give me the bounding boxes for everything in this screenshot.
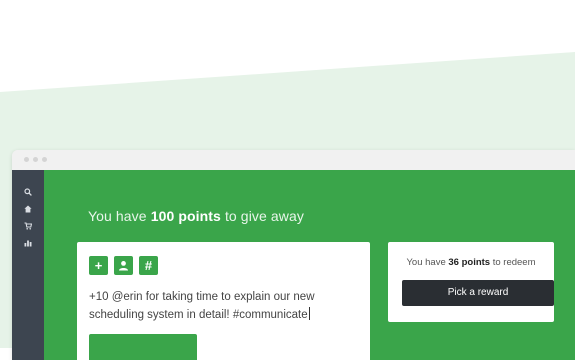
app-window: You have 100 points to give away + # +10… — [12, 150, 575, 360]
redeem-card: You have 36 points to redeem Pick a rewa… — [388, 242, 554, 322]
chart-icon[interactable] — [12, 239, 44, 250]
pick-reward-button[interactable]: Pick a reward — [402, 280, 554, 306]
compose-card: + # +10 @erin for taking time to explain… — [77, 242, 370, 360]
headline-prefix: You have — [88, 208, 147, 224]
search-icon[interactable] — [12, 188, 44, 199]
plus-button[interactable]: + — [89, 256, 108, 275]
headline-points: 100 points — [150, 208, 221, 224]
window-controls — [24, 157, 47, 162]
window-titlebar — [12, 150, 575, 171]
redeem-summary: You have 36 points to redeem — [388, 257, 554, 268]
hashtag-button[interactable]: # — [139, 256, 158, 275]
give-points-button[interactable] — [89, 334, 197, 360]
window-dot[interactable] — [24, 157, 29, 162]
message-text: +10 @erin for taking time to explain our… — [89, 291, 315, 321]
headline-suffix: to give away — [224, 208, 304, 224]
redeem-prefix: You have — [406, 257, 446, 268]
cart-icon[interactable] — [12, 222, 44, 233]
recognition-message-input[interactable]: +10 @erin for taking time to explain our… — [89, 288, 357, 324]
home-icon[interactable] — [12, 205, 44, 216]
window-dot[interactable] — [33, 157, 38, 162]
redeem-suffix: to redeem — [492, 257, 536, 268]
redeem-points: 36 points — [448, 257, 491, 268]
main-panel: You have 100 points to give away + # +10… — [44, 170, 575, 360]
user-icon — [119, 261, 128, 271]
points-headline: You have 100 points to give away — [88, 208, 304, 224]
sidebar — [12, 170, 44, 360]
mention-user-button[interactable] — [114, 256, 133, 275]
text-cursor — [308, 307, 310, 320]
window-dot[interactable] — [42, 157, 47, 162]
